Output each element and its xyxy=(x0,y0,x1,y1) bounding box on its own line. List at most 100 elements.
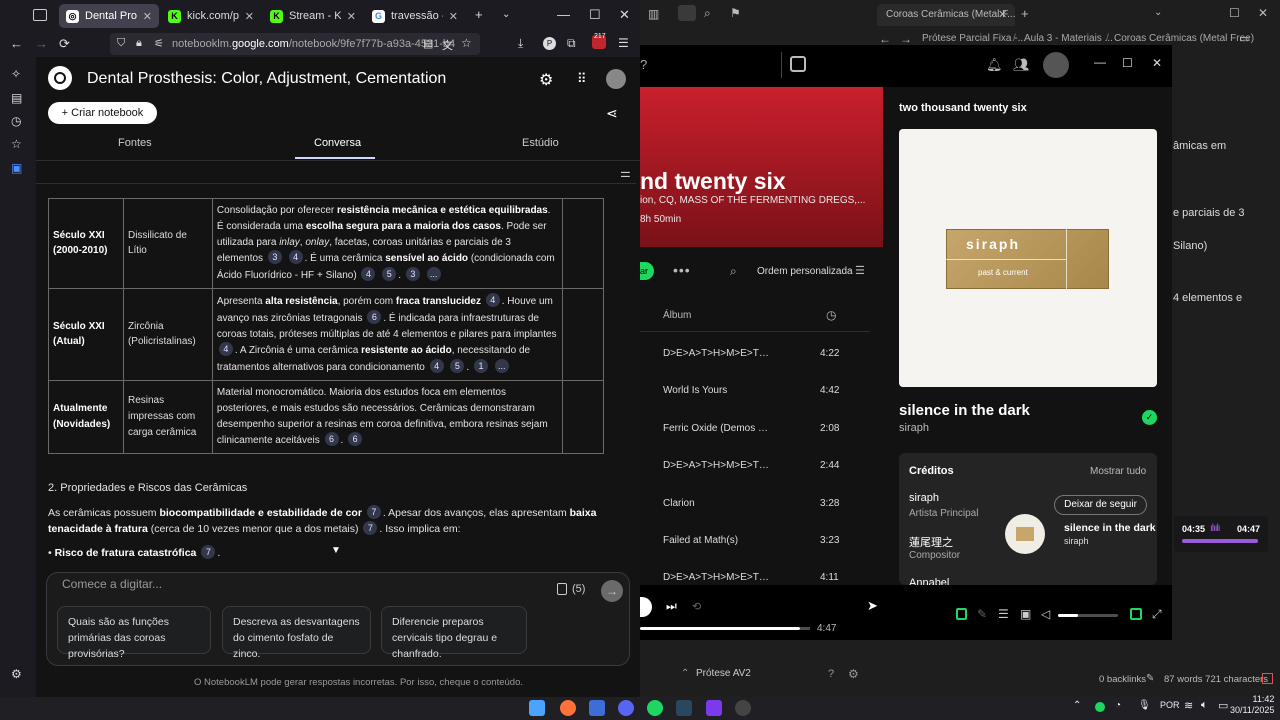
list-icon[interactable]: ☰ xyxy=(855,264,865,277)
forward-icon[interactable]: → xyxy=(900,32,912,46)
more-options-icon[interactable]: ••• xyxy=(673,262,691,278)
close-tab-icon[interactable]: ✕ xyxy=(998,8,1007,21)
fullscreen-icon[interactable]: ⤢ xyxy=(1152,607,1162,622)
progress-bar[interactable] xyxy=(640,627,800,630)
reading-view-icon[interactable]: ▭ xyxy=(1239,32,1249,45)
sync-tabs-icon[interactable]: ▤ xyxy=(11,91,25,105)
friends-icon[interactable]: 👥︎ xyxy=(1013,57,1030,73)
tab-dental-prosthesis[interactable]: ◎Dental Prosthesis:✕ xyxy=(59,4,159,28)
maximize-icon[interactable]: ☐ xyxy=(1229,6,1240,20)
devices-icon[interactable]: ▣ xyxy=(1020,607,1031,621)
minimize-icon[interactable]: — xyxy=(1094,55,1106,69)
app-icon[interactable] xyxy=(589,700,605,716)
settings-icon[interactable]: ⚙ xyxy=(848,667,859,681)
bell-icon[interactable]: 🔔︎ xyxy=(986,57,1003,73)
extensions-icon[interactable]: ⧉ xyxy=(567,36,576,51)
sort-dropdown[interactable]: Ordem personalizada xyxy=(757,266,853,277)
chevron-down-icon[interactable]: ⌄ xyxy=(1154,7,1162,18)
lock-icon[interactable]: 🔒︎ xyxy=(136,37,142,50)
queue-icon[interactable]: ☰ xyxy=(998,607,1009,621)
help-icon[interactable]: ? xyxy=(828,668,834,680)
mic-icon[interactable]: ✎ xyxy=(977,607,987,621)
suggestion-chip[interactable]: Descreva as desvantagens do cimento fosf… xyxy=(222,606,371,660)
apps-grid-icon[interactable]: ⠿ xyxy=(577,71,587,87)
maximize-icon[interactable]: ☐ xyxy=(589,7,601,23)
extension-panel-icon[interactable]: ▣ xyxy=(11,161,25,175)
translate-icon[interactable]: 文 xyxy=(442,37,453,53)
downloads-icon[interactable]: ⤓ xyxy=(518,36,523,51)
tray-icon[interactable]: ◔ xyxy=(1115,700,1121,711)
firefox-icon[interactable] xyxy=(560,700,576,716)
wifi-icon[interactable]: ≋ xyxy=(1184,699,1193,712)
repeat-icon[interactable]: ⟲ xyxy=(692,600,701,613)
steam-icon[interactable] xyxy=(676,700,692,716)
tab-sources[interactable]: Fontes xyxy=(118,137,152,149)
show-all-link[interactable]: Mostrar tudo xyxy=(1090,466,1146,477)
new-tab-icon[interactable]: + xyxy=(475,7,483,22)
history-icon[interactable]: ◷ xyxy=(11,114,25,128)
suggestion-chip[interactable]: Diferencie preparos cervicais tipo degra… xyxy=(381,606,527,660)
mic-icon[interactable]: 🎙︎ xyxy=(1138,700,1151,711)
back-icon[interactable]: ← xyxy=(10,36,23,51)
search-field-edge[interactable]: ? xyxy=(640,57,647,72)
chat-input[interactable]: Comece a digitar... xyxy=(62,577,162,591)
tab-studio[interactable]: Estúdio xyxy=(522,137,559,149)
volume-icon[interactable]: 🔈︎ xyxy=(1201,699,1208,712)
tab-kick-dashboard[interactable]: KStream - Kick Dasl✕ xyxy=(263,4,363,28)
song-artist[interactable]: siraph xyxy=(899,422,929,434)
menu-icon[interactable]: ☰ xyxy=(618,36,629,50)
mini-progress-bar[interactable] xyxy=(1182,539,1258,543)
breadcrumb-2[interactable]: Aula 3 - Materiais ... xyxy=(1024,33,1113,44)
minimize-icon[interactable]: — xyxy=(557,7,570,22)
tab-kick-popout[interactable]: Kkick.com/popout/✕ xyxy=(161,4,261,28)
search-icon[interactable]: ⌕ xyxy=(730,264,737,279)
close-tab-icon[interactable]: ✕ xyxy=(245,10,254,23)
create-notebook-button[interactable]: + Criar notebook xyxy=(48,102,157,124)
obsidian-icon[interactable] xyxy=(706,700,722,716)
credit-name[interactable]: siraph xyxy=(909,492,939,504)
unfollow-button[interactable]: Deixar de seguir xyxy=(1054,495,1147,515)
album-column-header[interactable]: Álbum xyxy=(663,310,691,321)
mini-song-artist[interactable]: siraph xyxy=(1064,536,1089,546)
close-tab-icon[interactable]: ✕ xyxy=(347,10,356,23)
miniplayer-icon[interactable] xyxy=(1130,608,1142,620)
scroll-down-icon[interactable]: ▼ xyxy=(331,545,341,556)
settings-icon[interactable]: ⚙ xyxy=(539,70,553,90)
check-icon[interactable]: ✓ xyxy=(1142,410,1157,425)
backlinks-count[interactable]: 0 backlinks xyxy=(1099,674,1146,685)
sidebar-settings-icon[interactable]: ⚙ xyxy=(11,667,25,681)
credit-name[interactable]: 蓮尾理之 xyxy=(909,534,953,550)
reload-icon[interactable]: ⟳ xyxy=(59,36,70,52)
tray-chevron-icon[interactable]: ⌃ xyxy=(1073,700,1081,711)
bookmark-icon[interactable]: ⚑ xyxy=(730,6,741,20)
next-icon[interactable]: ⏭︎ xyxy=(666,599,677,614)
sync-icon[interactable] xyxy=(1262,673,1273,684)
tab-overview-icon[interactable] xyxy=(33,9,47,21)
new-tab-icon[interactable]: + xyxy=(1021,6,1029,21)
bookmark-star-icon[interactable]: ☆ xyxy=(461,36,472,50)
send-button[interactable]: → xyxy=(601,580,623,602)
share-icon[interactable]: ⋖ xyxy=(606,105,618,122)
discord-icon[interactable] xyxy=(618,700,634,716)
reader-view-icon[interactable]: ▤ xyxy=(423,37,433,50)
search-icon[interactable]: ⌕ xyxy=(704,6,711,21)
tray-app-icon[interactable] xyxy=(1095,702,1105,712)
breadcrumb-3[interactable]: Coroas Cerâmicas (Metal Free) xyxy=(1114,33,1254,44)
pocket-icon[interactable]: P xyxy=(543,37,556,50)
ai-sparkle-icon[interactable]: ✧ xyxy=(11,67,25,81)
start-icon[interactable] xyxy=(529,700,545,716)
forward-icon[interactable]: → xyxy=(35,36,48,51)
maximize-icon[interactable]: ☐ xyxy=(1122,56,1133,70)
suggestion-chip[interactable]: Quais são as funções primárias das coroa… xyxy=(57,606,211,660)
permissions-icon[interactable]: ⚟ xyxy=(154,37,164,50)
breadcrumb-1[interactable]: Prótese Parcial Fixa -... xyxy=(922,33,1026,44)
close-icon[interactable]: ✕ xyxy=(619,7,630,23)
shield-icon[interactable]: ⛉ xyxy=(117,37,125,50)
tab-google-search[interactable]: Gtravessão - Pesqui✕ xyxy=(365,4,465,28)
edit-icon[interactable]: ✎ xyxy=(1146,673,1154,684)
sidebar-toggle-icon[interactable]: ▥ xyxy=(648,7,659,21)
language-indicator[interactable]: POR xyxy=(1160,700,1180,710)
tab-chat[interactable]: Conversa xyxy=(314,137,361,149)
files-icon[interactable] xyxy=(678,5,696,21)
avatar[interactable] xyxy=(606,69,626,89)
